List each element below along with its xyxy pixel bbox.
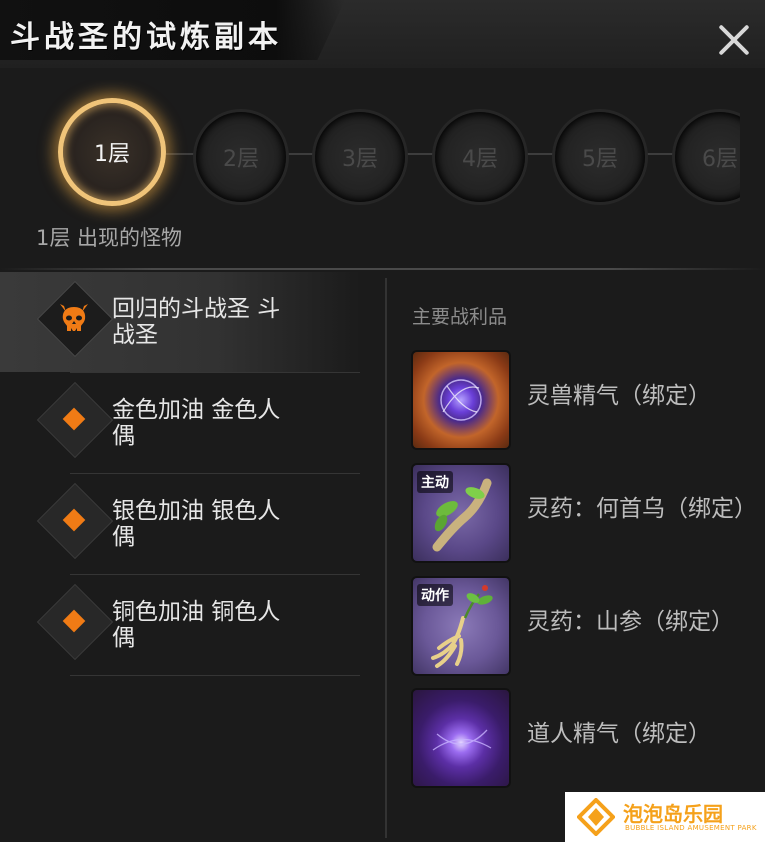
loot-item-name: 灵药：何首乌（绑定） <box>527 496 757 522</box>
energy-orb-icon <box>440 379 482 421</box>
header-bar: 斗战圣的试炼副本 <box>0 0 765 68</box>
loot-item-name: 灵药：山参（绑定） <box>527 609 734 635</box>
section-divider <box>0 268 765 270</box>
herb-ginseng-icon: 动作 <box>413 578 509 674</box>
monster-item-silver[interactable]: 银色加油 银色人偶 <box>0 474 360 574</box>
list-divider <box>70 675 360 676</box>
demon-skull-icon <box>60 304 88 331</box>
loot-item-taoist-essence[interactable]: 道人精气（绑定） <box>413 690 753 790</box>
loot-item-beast-essence[interactable]: 灵兽精气（绑定） <box>413 352 753 452</box>
floor-tab-5[interactable]: 5层 <box>555 112 645 202</box>
herb-heshouwu-icon: 主动 <box>413 465 509 561</box>
monster-name: 回归的斗战圣 斗战圣 <box>112 296 281 348</box>
beast-essence-icon <box>413 352 509 448</box>
column-divider <box>385 278 387 838</box>
watermark-logo-icon <box>577 798 615 836</box>
floor-tab-4[interactable]: 4层 <box>435 112 525 202</box>
action-badge: 动作 <box>417 584 453 606</box>
monster-name: 金色加油 金色人偶 <box>112 397 281 449</box>
loot-section-title: 主要战利品 <box>412 306 508 328</box>
close-icon[interactable] <box>712 18 756 62</box>
monster-name: 银色加油 银色人偶 <box>112 498 281 550</box>
monster-item-gold[interactable]: 金色加油 金色人偶 <box>0 373 360 473</box>
taoist-essence-icon <box>413 690 509 786</box>
floor-selector: 1层 2层 3层 4层 5层 6层 <box>0 80 740 230</box>
loot-item-heshouwu[interactable]: 主动 灵药：何首乌（绑定） <box>413 465 757 565</box>
loot-item-name: 道人精气（绑定） <box>527 721 711 747</box>
floor-tab-6[interactable]: 6层 <box>675 112 740 202</box>
watermark: 泡泡岛乐园 BUBBLE ISLAND AMUSEMENT PARK <box>565 792 765 842</box>
floor-tab-2[interactable]: 2层 <box>196 112 286 202</box>
loot-item-name: 灵兽精气（绑定） <box>527 383 711 409</box>
monster-name: 铜色加油 铜色人偶 <box>112 599 281 651</box>
monster-item-bronze[interactable]: 铜色加油 铜色人偶 <box>0 575 360 675</box>
floor-tab-3[interactable]: 3层 <box>315 112 405 202</box>
dungeon-title: 斗战圣的试炼副本 <box>10 20 282 55</box>
watermark-subtext: BUBBLE ISLAND AMUSEMENT PARK <box>625 824 757 832</box>
watermark-text: 泡泡岛乐园 <box>623 802 723 826</box>
monster-item-boss[interactable]: 回归的斗战圣 斗战圣 <box>0 272 360 372</box>
floor-tab-1[interactable]: 1层 <box>58 98 166 206</box>
action-badge: 主动 <box>417 471 453 493</box>
spirit-orb-icon <box>432 729 492 751</box>
floor-monsters-label: 1层 出现的怪物 <box>36 226 183 250</box>
loot-item-ginseng[interactable]: 动作 灵药：山参（绑定） <box>413 578 753 678</box>
